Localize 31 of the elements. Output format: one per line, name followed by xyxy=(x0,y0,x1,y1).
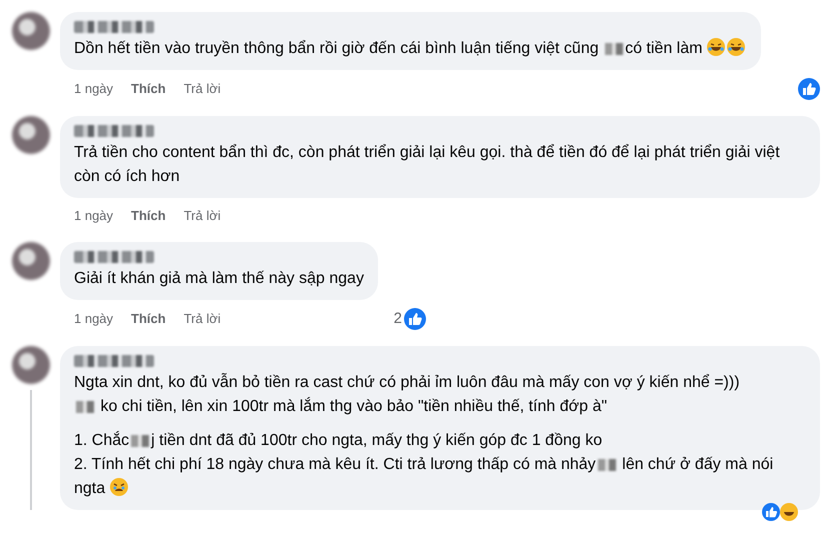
pixelated-block xyxy=(131,434,150,447)
comment-text: Ngta xin dnt, ko đủ vẫn bỏ tiền ra cast chứ có phải ỉm luôn đâu mà mấy con vợ ý kiến nhể =))) xyxy=(74,372,741,393)
reply-link[interactable]: Trả lời xyxy=(184,309,221,328)
like-link[interactable]: Thích xyxy=(131,309,166,328)
reaction-count: 2 xyxy=(394,308,402,328)
avatar xyxy=(12,242,50,280)
avatar xyxy=(12,116,50,154)
pixelated-block xyxy=(605,42,624,55)
reaction-icons[interactable] xyxy=(762,503,798,521)
timestamp: 1 ngày xyxy=(74,207,114,225)
comment-text: Dồn hết tiền vào truyền thông bẩn rồi giờ đến cái bình luận tiếng việt cũng có tiền làm xyxy=(74,37,747,61)
comment-text: Trả tiền cho content bẩn thì đc, còn phát triển giải lại kêu gọi. thà để tiền đó để lại phát triển giải việt còn có ích hơn xyxy=(74,143,781,187)
comment-text: 2. Tính hết chi phí 18 ngày chưa mà kêu ít. Cti trả lương thấp có mà nhảy lên chứ ở đấy mà nói ngta xyxy=(74,455,774,499)
avatar xyxy=(12,346,50,384)
reply-link[interactable]: Trả lời xyxy=(184,206,221,226)
laughing-face-icon xyxy=(706,38,725,56)
avatar xyxy=(12,12,50,50)
pixelated-block xyxy=(76,400,94,413)
laughing-face-icon xyxy=(726,38,745,56)
comment-text: 1. Chắc j tiền dnt đã đủ 100tr cho ngta, mấy thg ý kiến góp đc 1 đồng ko xyxy=(74,430,604,451)
timestamp: 1 ngày xyxy=(74,310,114,328)
like-link[interactable]: Thích xyxy=(131,79,166,99)
weary-face-icon xyxy=(110,478,128,496)
comment-text: Giải ít khán giả mà làm thế này sập ngay xyxy=(74,268,364,288)
reply-link[interactable]: Trả lời xyxy=(184,79,221,99)
like-reaction-icon[interactable] xyxy=(404,308,426,330)
timestamp: 1 ngày xyxy=(74,80,114,98)
like-reaction-icon[interactable] xyxy=(798,78,820,100)
comment-text: ko chi tiền, lên xin 100tr mà lắm thg vào bảo "tiền nhiều thế, tính đớp à" xyxy=(74,395,806,419)
like-link[interactable]: Thích xyxy=(131,206,166,226)
pixelated-block xyxy=(598,458,616,471)
